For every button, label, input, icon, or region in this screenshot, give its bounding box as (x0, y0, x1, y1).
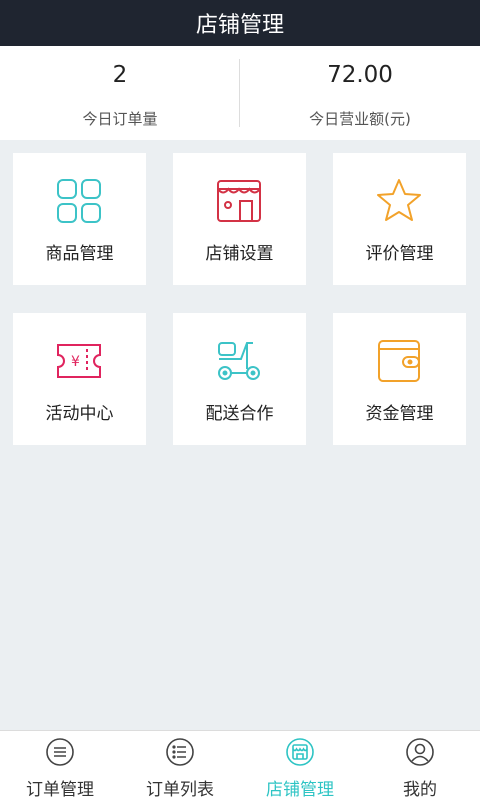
tile-label: 资金管理 (365, 404, 434, 424)
tab-profile[interactable]: 我的 (360, 731, 480, 801)
tab-order-list[interactable]: 订单列表 (120, 731, 240, 801)
tab-store-management[interactable]: 店铺管理 (240, 731, 360, 801)
page-title: 店铺管理 (195, 13, 284, 38)
stat-orders-today: 2 今日订单量 (0, 46, 240, 140)
stat-revenue-value: 72.00 (327, 62, 393, 88)
bottom-tab-bar: 订单管理 订单列表 店铺管理 我的 (0, 730, 480, 801)
stat-revenue-today: 72.00 今日营业额(元) (240, 46, 480, 140)
ticket-icon: ¥ (57, 344, 101, 378)
order-list-icon (166, 738, 194, 766)
stats-panel: 2 今日订单量 72.00 今日营业额(元) (0, 46, 480, 140)
svg-text:¥: ¥ (71, 354, 80, 370)
tile-label: 配送合作 (205, 404, 274, 424)
tab-label: 我的 (403, 780, 437, 800)
tab-label: 店铺管理 (266, 780, 334, 800)
store-icon (217, 180, 261, 222)
tab-label: 订单管理 (26, 780, 94, 800)
tile-activity-center[interactable]: ¥ 活动中心 (13, 313, 146, 445)
top-bar: 店铺管理 (0, 0, 480, 46)
tile-store-settings[interactable]: 店铺设置 (173, 153, 306, 285)
order-manage-icon (46, 738, 74, 766)
tile-label: 活动中心 (45, 404, 114, 424)
grid-icon (57, 179, 101, 223)
tile-fund-management[interactable]: 资金管理 (333, 313, 466, 445)
store-manage-icon (286, 738, 314, 766)
wallet-icon (378, 340, 420, 382)
stat-orders-value: 2 (112, 62, 128, 88)
tile-review-management[interactable]: 评价管理 (333, 153, 466, 285)
tile-label: 评价管理 (365, 244, 434, 264)
star-icon (377, 179, 421, 221)
scooter-icon (218, 342, 260, 380)
tab-label: 订单列表 (146, 780, 214, 800)
tile-delivery-cooperation[interactable]: 配送合作 (173, 313, 306, 445)
tile-label: 店铺设置 (205, 244, 274, 264)
tile-label: 商品管理 (45, 244, 114, 264)
tab-order-management[interactable]: 订单管理 (0, 731, 120, 801)
stat-orders-label: 今日订单量 (82, 110, 158, 128)
stats-divider (239, 59, 240, 127)
stat-revenue-label: 今日营业额(元) (309, 110, 411, 128)
tile-product-management[interactable]: 商品管理 (13, 153, 146, 285)
profile-icon (406, 738, 434, 766)
